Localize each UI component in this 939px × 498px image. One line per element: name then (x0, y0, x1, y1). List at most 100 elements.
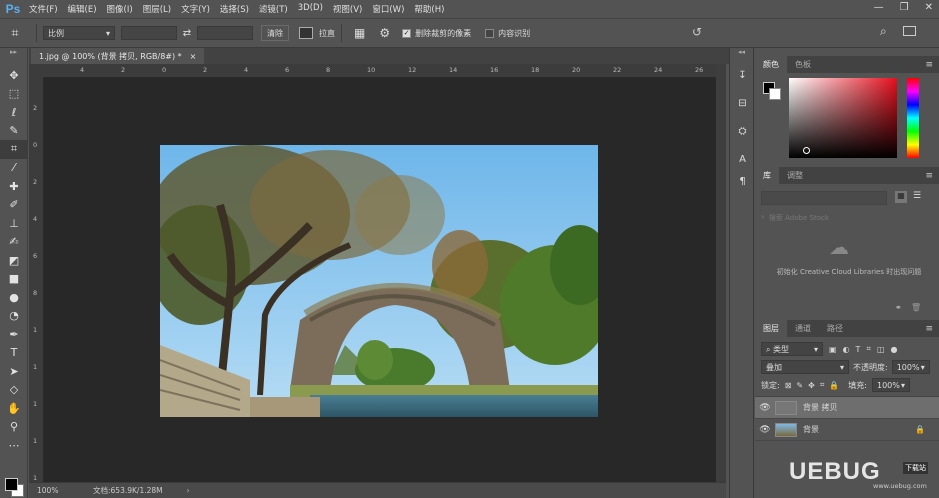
menu-item[interactable]: 文字(Y) (176, 3, 215, 15)
properties-panel-icon[interactable]: ⊟ (730, 92, 755, 114)
crop-tool-icon[interactable]: ⌗ (0, 140, 28, 159)
crop-tool-preset-icon[interactable]: ⌗ (0, 26, 30, 41)
swap-icon[interactable]: ⇄ (177, 28, 197, 39)
pixel-filter-icon[interactable]: ▣ (829, 345, 837, 354)
paragraph-panel-icon[interactable]: ¶ (730, 170, 755, 192)
brush-tool-icon[interactable]: ✐ (0, 196, 28, 215)
menu-item[interactable]: 选择(S) (215, 3, 254, 15)
layer-name[interactable]: 背景 拷贝 (803, 402, 838, 413)
zoom-level[interactable]: 100% (37, 486, 87, 495)
ratio-select[interactable]: 比例 ▾ (43, 26, 115, 40)
tab-libraries[interactable]: 库 (755, 167, 779, 184)
tab-channels[interactable]: 通道 (787, 320, 819, 337)
vertical-scrollbar[interactable] (716, 64, 726, 482)
layer-name[interactable]: 背景 (803, 424, 819, 435)
quick-select-tool-icon[interactable]: ✎ (0, 122, 28, 141)
hue-slider[interactable] (907, 78, 919, 158)
gradient-tool-icon[interactable]: ■ (0, 270, 28, 289)
bg-color-chip[interactable] (769, 88, 781, 100)
lock-position-icon[interactable]: ✥ (808, 381, 815, 390)
menu-item[interactable]: 编辑(E) (63, 3, 102, 15)
menu-item[interactable]: 3D(D) (293, 3, 328, 15)
library-select[interactable] (761, 191, 887, 205)
grid-view-icon[interactable]: ▦ (895, 191, 907, 203)
tab-color[interactable]: 颜色 (755, 56, 787, 73)
checkbox-unchecked-icon[interactable] (485, 28, 495, 38)
filter-toggle-icon[interactable]: ● (891, 345, 898, 354)
lasso-tool-icon[interactable]: ℓ (0, 103, 28, 122)
fill-input[interactable]: 100% ▾ (872, 378, 910, 392)
search-icon[interactable]: ⌕ (880, 24, 887, 39)
history-brush-tool-icon[interactable]: ✍ (0, 233, 28, 252)
character-panel-icon[interactable]: A (730, 148, 755, 170)
lock-all-icon[interactable]: 🔒 (829, 381, 839, 390)
canvas-area[interactable] (44, 78, 716, 482)
height-field[interactable] (197, 26, 253, 40)
opacity-input[interactable]: 100% ▾ (891, 360, 930, 374)
cloud-sync-icon[interactable]: ⚭ (895, 303, 902, 312)
minimize-button[interactable]: — (874, 2, 884, 13)
clear-button[interactable]: 清除 (261, 25, 289, 41)
menu-item[interactable]: 帮助(H) (409, 3, 449, 15)
menu-item[interactable]: 图层(L) (138, 3, 176, 15)
stock-search[interactable]: ⌕ 搜索 Adobe Stock (761, 211, 931, 224)
eyedropper-tool-icon[interactable]: ⁄ (0, 159, 28, 178)
menu-item[interactable]: 滤镜(T) (254, 3, 293, 15)
shape-tool-icon[interactable]: ◇ (0, 381, 28, 400)
tab-swatches[interactable]: 色板 (787, 56, 819, 73)
dodge-tool-icon[interactable]: ◔ (0, 307, 28, 326)
history-panel-icon[interactable]: ↧ (730, 64, 755, 86)
delete-cropped-checkbox[interactable]: ✓ 删除裁剪的像素 (402, 28, 471, 39)
horizontal-ruler[interactable]: 4 2 0 2 4 6 8 10 12 14 16 18 20 22 24 26 (44, 64, 716, 78)
reset-icon[interactable]: ↺ (692, 25, 702, 39)
eye-icon[interactable]: 👁 (755, 403, 775, 413)
list-view-icon[interactable]: ☰ (911, 191, 923, 203)
move-tool-icon[interactable]: ✥ (0, 66, 28, 85)
pen-tool-icon[interactable]: ✒ (0, 325, 28, 344)
gear-icon[interactable]: ⚙ (379, 26, 390, 40)
trash-icon[interactable]: 🗑 (911, 303, 921, 312)
actions-panel-icon[interactable]: ⛭ (730, 120, 755, 142)
content-aware-checkbox[interactable]: 内容识别 (485, 28, 530, 39)
smart-object-filter-icon[interactable]: ◫ (877, 345, 885, 354)
menu-item[interactable]: 图像(I) (102, 3, 138, 15)
restore-button[interactable]: ❐ (900, 2, 909, 13)
overlay-grid-icon[interactable]: ▦ (354, 26, 365, 40)
shape-filter-icon[interactable]: ⌗ (866, 344, 871, 354)
width-field[interactable] (121, 26, 177, 40)
tab-paths[interactable]: 路径 (819, 320, 851, 337)
menu-item[interactable]: 文件(F) (24, 3, 63, 15)
document-tab[interactable]: 1.jpg @ 100% (背景 拷贝, RGB/8#) * × (31, 48, 205, 64)
eraser-tool-icon[interactable]: ◩ (0, 251, 28, 270)
lock-transparency-icon[interactable]: ⊠ (785, 381, 792, 390)
straighten-icon[interactable] (299, 27, 313, 39)
layer-row[interactable]: 👁 背景 🔒 (755, 419, 939, 441)
zoom-tool-icon[interactable]: ⚲ (0, 418, 28, 437)
hand-tool-icon[interactable]: ✋ (0, 399, 28, 418)
toolbar-grip[interactable]: ▸▸ (0, 48, 27, 66)
foreground-color-swatch[interactable] (5, 478, 18, 491)
blur-tool-icon[interactable]: ● (0, 288, 28, 307)
blend-mode-select[interactable]: 叠加 ▾ (761, 360, 849, 374)
healing-brush-tool-icon[interactable]: ✚ (0, 177, 28, 196)
menu-item[interactable]: 窗口(W) (367, 3, 409, 15)
status-menu-arrow-icon[interactable]: › (187, 486, 190, 495)
type-tool-icon[interactable]: T (0, 344, 28, 363)
straighten-label[interactable]: 拉直 (319, 28, 335, 39)
type-filter-icon[interactable]: T (856, 345, 861, 354)
strip-grip[interactable]: ◂◂ (730, 48, 753, 60)
close-window-button[interactable]: ✕ (925, 2, 933, 13)
tab-adjustments[interactable]: 调整 (779, 167, 811, 184)
eye-icon[interactable]: 👁 (755, 425, 775, 435)
panel-menu-icon[interactable]: ≡ (925, 171, 933, 181)
adjustment-filter-icon[interactable]: ◐ (843, 345, 850, 354)
layer-filter-select[interactable]: ⌕ 类型 ▾ (761, 342, 823, 356)
color-field[interactable] (789, 78, 897, 158)
menu-item[interactable]: 视图(V) (328, 3, 367, 15)
vertical-ruler[interactable]: 2 0 2 4 6 8 1 1 1 1 1 (29, 78, 44, 482)
more-tools-icon[interactable]: ⋯ (0, 436, 28, 455)
clone-stamp-tool-icon[interactable]: ⊥ (0, 214, 28, 233)
panel-menu-icon[interactable]: ≡ (925, 324, 933, 334)
close-tab-icon[interactable]: × (190, 52, 197, 61)
panel-menu-icon[interactable]: ≡ (925, 60, 933, 70)
